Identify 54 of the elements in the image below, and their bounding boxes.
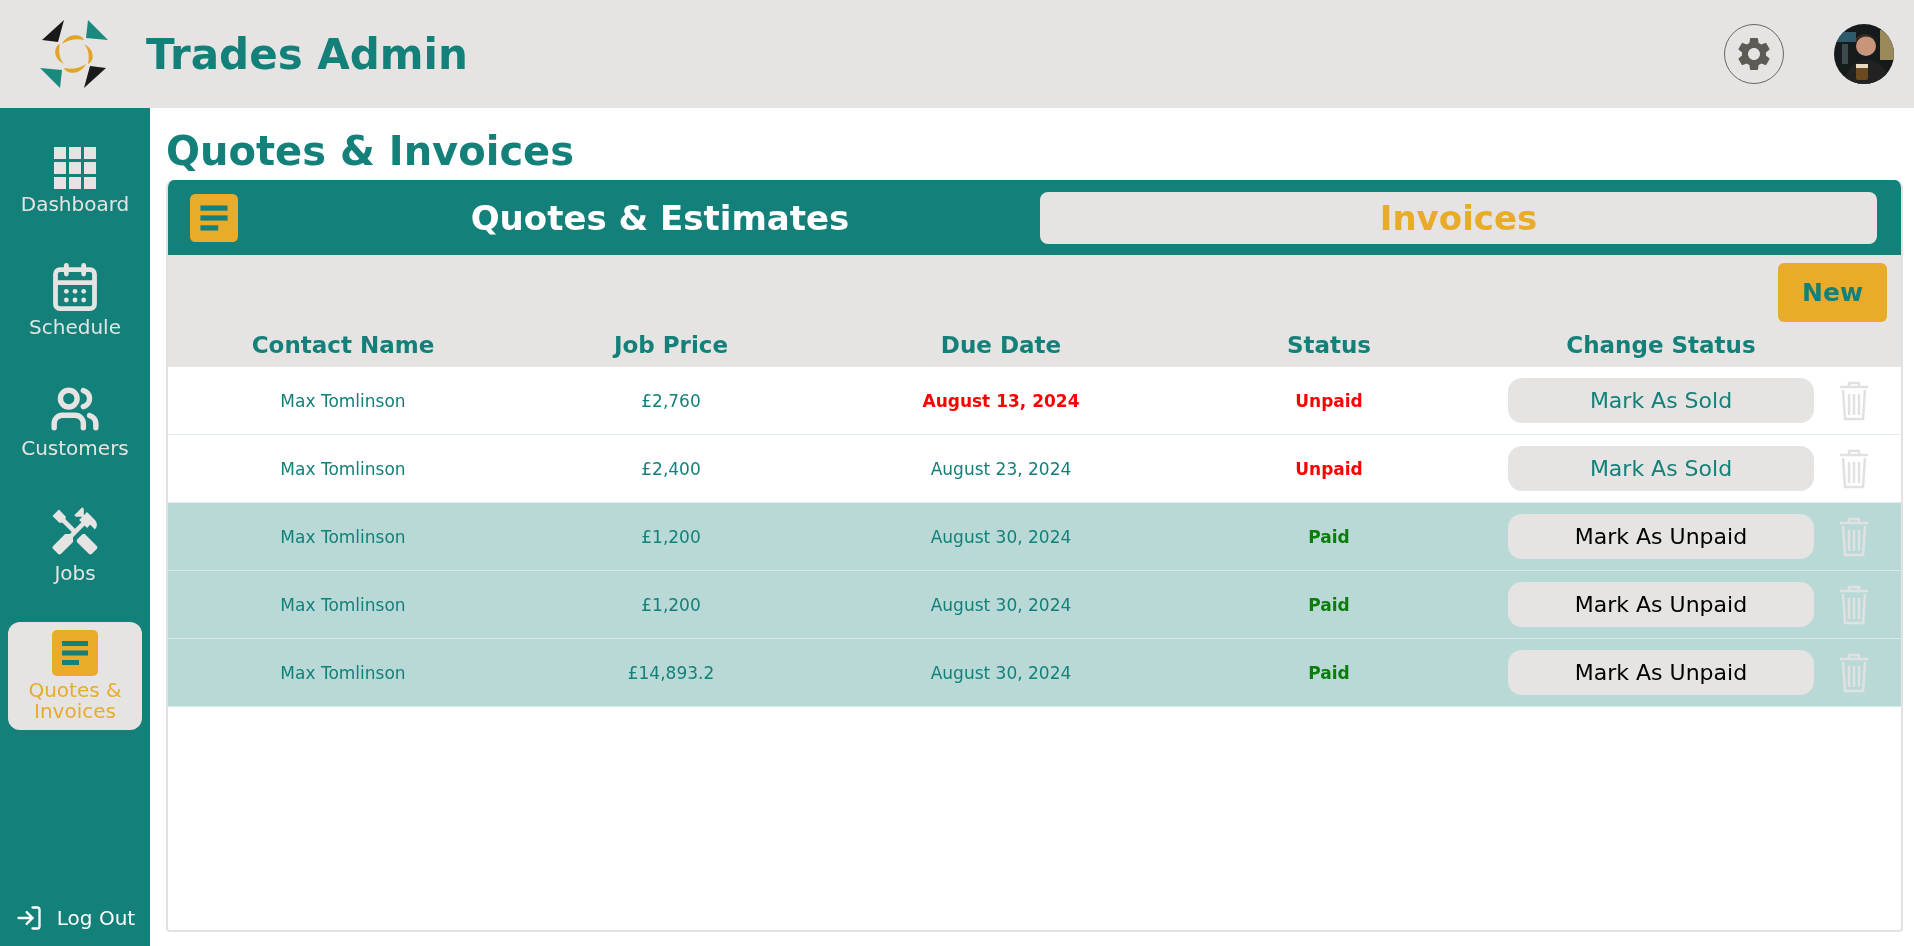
table-cell: August 13, 2024 [922,390,1080,411]
trash-icon [1838,448,1870,489]
status-text: Paid [1308,662,1350,683]
trash-icon [1838,652,1870,693]
page-title: Quotes & Invoices [166,128,576,174]
table-cell: August 30, 2024 [930,526,1072,547]
change-status-button[interactable]: Mark As Sold [1508,446,1814,491]
table-cell: £2,400 [641,458,701,479]
column-header: Due Date [940,331,1062,358]
status-text: Paid [1308,594,1350,615]
table-cell: Max Tomlinson [280,594,406,615]
status-text: Paid [1308,526,1350,547]
column-header: Contact Name [251,331,435,358]
tab[interactable]: Quotes & Estimates [280,191,1040,244]
sidebar-item[interactable]: Customers [8,376,142,467]
table-cell: Max Tomlinson [280,662,406,683]
sidebar-item[interactable]: Schedule [8,253,142,346]
new-button[interactable]: New [1778,263,1887,322]
table-cell: £14,893.2 [627,662,715,683]
sidebar-item[interactable]: Dashboard [8,138,142,223]
app-title: Trades Admin [146,29,469,79]
delete-button[interactable] [1838,652,1870,693]
table-cell: August 30, 2024 [930,594,1072,615]
trash-icon [1838,584,1870,625]
change-status-button[interactable]: Mark As Unpaid [1508,514,1814,559]
grid-icon [53,146,97,190]
delete-button[interactable] [1838,516,1870,557]
change-status-button[interactable]: Mark As Unpaid [1508,650,1814,695]
logout-button[interactable]: Log Out [14,904,136,932]
document-icon [52,630,98,676]
column-header: Change Status [1566,331,1756,358]
logo-icon [38,18,110,90]
column-header: Job Price [613,331,729,358]
table-cell: August 23, 2024 [930,458,1072,479]
table-cell: Max Tomlinson [280,458,406,479]
delete-button[interactable] [1838,584,1870,625]
status-text: Unpaid [1295,390,1363,411]
sidebar-item[interactable]: Jobs [8,497,142,592]
table-cell: £1,200 [641,594,701,615]
table-cell: Max Tomlinson [280,526,406,547]
document-icon [190,193,238,242]
table-cell: £1,200 [641,526,701,547]
trash-icon [1838,380,1870,421]
logout-icon [14,904,43,932]
trash-icon [1838,516,1870,557]
status-text: Unpaid [1295,458,1363,479]
column-header: Status [1286,331,1372,358]
table-cell: Max Tomlinson [280,390,406,411]
delete-button[interactable] [1838,448,1870,489]
delete-button[interactable] [1838,380,1870,421]
change-status-button[interactable]: Mark As Sold [1508,378,1814,423]
change-status-button[interactable]: Mark As Unpaid [1508,582,1814,627]
table-cell: August 30, 2024 [930,662,1072,683]
table-cell: £2,760 [641,390,701,411]
